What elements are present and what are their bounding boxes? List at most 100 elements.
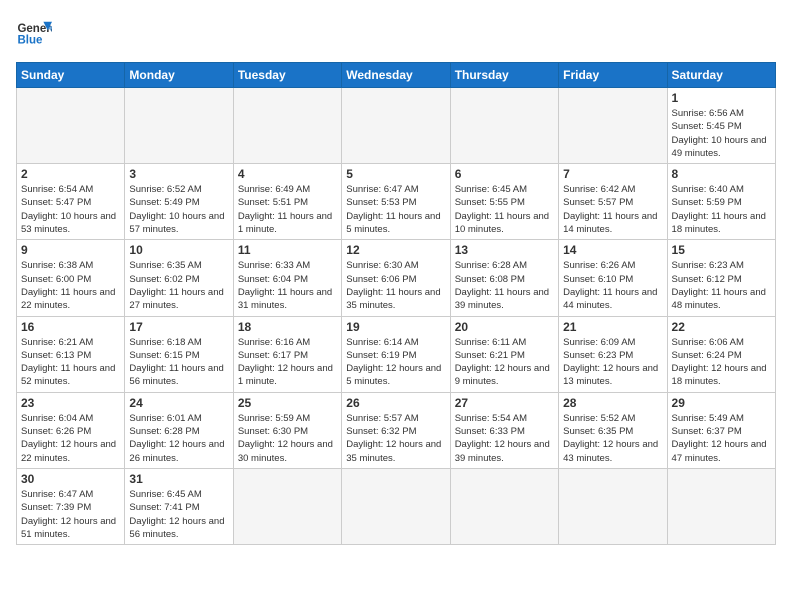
weekday-header-row: SundayMondayTuesdayWednesdayThursdayFrid…: [17, 63, 776, 88]
day-number: 1: [672, 91, 771, 105]
week-row-3: 16 Sunrise: 6:21 AM Sunset: 6:13 PM Dayli…: [17, 316, 776, 392]
day-info: Sunrise: 6:45 AM Sunset: 7:41 PM Dayligh…: [129, 488, 228, 541]
day-cell: [233, 88, 341, 164]
day-cell: 14 Sunrise: 6:26 AM Sunset: 6:10 PM Dayli…: [559, 240, 667, 316]
day-number: 8: [672, 167, 771, 181]
day-number: 13: [455, 243, 554, 257]
day-number: 2: [21, 167, 120, 181]
day-cell: 23 Sunrise: 6:04 AM Sunset: 6:26 PM Dayli…: [17, 392, 125, 468]
day-cell: 22Sunrise: 6:06 AM Sunset: 6:24 PM Dayli…: [667, 316, 775, 392]
day-cell: [667, 468, 775, 544]
day-cell: 7Sunrise: 6:42 AM Sunset: 5:57 PM Daylig…: [559, 164, 667, 240]
day-info: Sunrise: 6:40 AM Sunset: 5:59 PM Dayligh…: [672, 183, 771, 236]
day-number: 18: [238, 320, 337, 334]
day-cell: [450, 468, 558, 544]
day-info: Sunrise: 6:30 AM Sunset: 6:06 PM Dayligh…: [346, 259, 445, 312]
day-cell: 12 Sunrise: 6:30 AM Sunset: 6:06 PM Dayli…: [342, 240, 450, 316]
day-cell: 6 Sunrise: 6:45 AM Sunset: 5:55 PM Daylig…: [450, 164, 558, 240]
day-info: Sunrise: 5:49 AM Sunset: 6:37 PM Dayligh…: [672, 412, 771, 465]
day-cell: 2 Sunrise: 6:54 AM Sunset: 5:47 PM Daylig…: [17, 164, 125, 240]
day-cell: [342, 88, 450, 164]
day-number: 26: [346, 396, 445, 410]
day-number: 4: [238, 167, 337, 181]
day-number: 30: [21, 472, 120, 486]
weekday-header-sunday: Sunday: [17, 63, 125, 88]
logo: General Blue: [16, 16, 52, 52]
day-info: Sunrise: 6:04 AM Sunset: 6:26 PM Dayligh…: [21, 412, 120, 465]
day-cell: 8 Sunrise: 6:40 AM Sunset: 5:59 PM Daylig…: [667, 164, 775, 240]
day-number: 28: [563, 396, 662, 410]
day-info: Sunrise: 6:56 AM Sunset: 5:45 PM Dayligh…: [672, 107, 771, 160]
day-info: Sunrise: 5:54 AM Sunset: 6:33 PM Dayligh…: [455, 412, 554, 465]
day-cell: 20Sunrise: 6:11 AM Sunset: 6:21 PM Dayli…: [450, 316, 558, 392]
day-cell: [450, 88, 558, 164]
day-info: Sunrise: 6:09 AM Sunset: 6:23 PM Dayligh…: [563, 336, 662, 389]
day-cell: 25 Sunrise: 5:59 AM Sunset: 6:30 PM Dayli…: [233, 392, 341, 468]
week-row-4: 23 Sunrise: 6:04 AM Sunset: 6:26 PM Dayli…: [17, 392, 776, 468]
day-number: 29: [672, 396, 771, 410]
day-cell: [17, 88, 125, 164]
day-cell: [559, 88, 667, 164]
day-info: Sunrise: 6:01 AM Sunset: 6:28 PM Dayligh…: [129, 412, 228, 465]
day-cell: 17Sunrise: 6:18 AM Sunset: 6:15 PM Dayli…: [125, 316, 233, 392]
day-cell: 24Sunrise: 6:01 AM Sunset: 6:28 PM Dayli…: [125, 392, 233, 468]
day-number: 23: [21, 396, 120, 410]
day-info: Sunrise: 6:49 AM Sunset: 5:51 PM Dayligh…: [238, 183, 337, 236]
day-cell: 31Sunrise: 6:45 AM Sunset: 7:41 PM Dayli…: [125, 468, 233, 544]
day-cell: 1 Sunrise: 6:56 AM Sunset: 5:45 PM Daylig…: [667, 88, 775, 164]
day-info: Sunrise: 6:54 AM Sunset: 5:47 PM Dayligh…: [21, 183, 120, 236]
day-number: 5: [346, 167, 445, 181]
day-number: 6: [455, 167, 554, 181]
day-number: 12: [346, 243, 445, 257]
day-info: Sunrise: 5:52 AM Sunset: 6:35 PM Dayligh…: [563, 412, 662, 465]
day-number: 16: [21, 320, 120, 334]
day-info: Sunrise: 6:35 AM Sunset: 6:02 PM Dayligh…: [129, 259, 228, 312]
day-cell: 27 Sunrise: 5:54 AM Sunset: 6:33 PM Dayli…: [450, 392, 558, 468]
day-number: 15: [672, 243, 771, 257]
day-cell: [125, 88, 233, 164]
day-cell: 3Sunrise: 6:52 AM Sunset: 5:49 PM Daylig…: [125, 164, 233, 240]
day-info: Sunrise: 5:57 AM Sunset: 6:32 PM Dayligh…: [346, 412, 445, 465]
day-info: Sunrise: 6:33 AM Sunset: 6:04 PM Dayligh…: [238, 259, 337, 312]
day-cell: 30 Sunrise: 6:47 AM Sunset: 7:39 PM Dayli…: [17, 468, 125, 544]
day-info: Sunrise: 6:38 AM Sunset: 6:00 PM Dayligh…: [21, 259, 120, 312]
day-cell: 19 Sunrise: 6:14 AM Sunset: 6:19 PM Dayli…: [342, 316, 450, 392]
weekday-header-monday: Monday: [125, 63, 233, 88]
day-number: 20: [455, 320, 554, 334]
weekday-header-tuesday: Tuesday: [233, 63, 341, 88]
day-cell: [559, 468, 667, 544]
day-cell: 28 Sunrise: 5:52 AM Sunset: 6:35 PM Dayli…: [559, 392, 667, 468]
day-info: Sunrise: 6:21 AM Sunset: 6:13 PM Dayligh…: [21, 336, 120, 389]
logo-icon: General Blue: [16, 16, 52, 52]
day-info: Sunrise: 6:23 AM Sunset: 6:12 PM Dayligh…: [672, 259, 771, 312]
calendar-table: SundayMondayTuesdayWednesdayThursdayFrid…: [16, 62, 776, 545]
day-info: Sunrise: 6:47 AM Sunset: 7:39 PM Dayligh…: [21, 488, 120, 541]
weekday-header-friday: Friday: [559, 63, 667, 88]
day-number: 19: [346, 320, 445, 334]
day-number: 25: [238, 396, 337, 410]
page: General Blue SundayMondayTuesdayWednesda…: [0, 0, 792, 612]
week-row-0: 1 Sunrise: 6:56 AM Sunset: 5:45 PM Daylig…: [17, 88, 776, 164]
day-cell: 16 Sunrise: 6:21 AM Sunset: 6:13 PM Dayli…: [17, 316, 125, 392]
day-cell: 21Sunrise: 6:09 AM Sunset: 6:23 PM Dayli…: [559, 316, 667, 392]
week-row-2: 9 Sunrise: 6:38 AM Sunset: 6:00 PM Daylig…: [17, 240, 776, 316]
day-cell: 29 Sunrise: 5:49 AM Sunset: 6:37 PM Dayli…: [667, 392, 775, 468]
day-cell: 9 Sunrise: 6:38 AM Sunset: 6:00 PM Daylig…: [17, 240, 125, 316]
day-number: 10: [129, 243, 228, 257]
day-number: 9: [21, 243, 120, 257]
day-number: 27: [455, 396, 554, 410]
day-number: 17: [129, 320, 228, 334]
week-row-5: 30 Sunrise: 6:47 AM Sunset: 7:39 PM Dayli…: [17, 468, 776, 544]
day-number: 14: [563, 243, 662, 257]
day-cell: 10 Sunrise: 6:35 AM Sunset: 6:02 PM Dayli…: [125, 240, 233, 316]
day-number: 11: [238, 243, 337, 257]
day-info: Sunrise: 6:28 AM Sunset: 6:08 PM Dayligh…: [455, 259, 554, 312]
day-info: Sunrise: 6:52 AM Sunset: 5:49 PM Dayligh…: [129, 183, 228, 236]
day-cell: 13 Sunrise: 6:28 AM Sunset: 6:08 PM Dayli…: [450, 240, 558, 316]
weekday-header-saturday: Saturday: [667, 63, 775, 88]
day-info: Sunrise: 6:45 AM Sunset: 5:55 PM Dayligh…: [455, 183, 554, 236]
day-cell: 4 Sunrise: 6:49 AM Sunset: 5:51 PM Daylig…: [233, 164, 341, 240]
day-info: Sunrise: 6:14 AM Sunset: 6:19 PM Dayligh…: [346, 336, 445, 389]
day-info: Sunrise: 6:26 AM Sunset: 6:10 PM Dayligh…: [563, 259, 662, 312]
day-info: Sunrise: 5:59 AM Sunset: 6:30 PM Dayligh…: [238, 412, 337, 465]
